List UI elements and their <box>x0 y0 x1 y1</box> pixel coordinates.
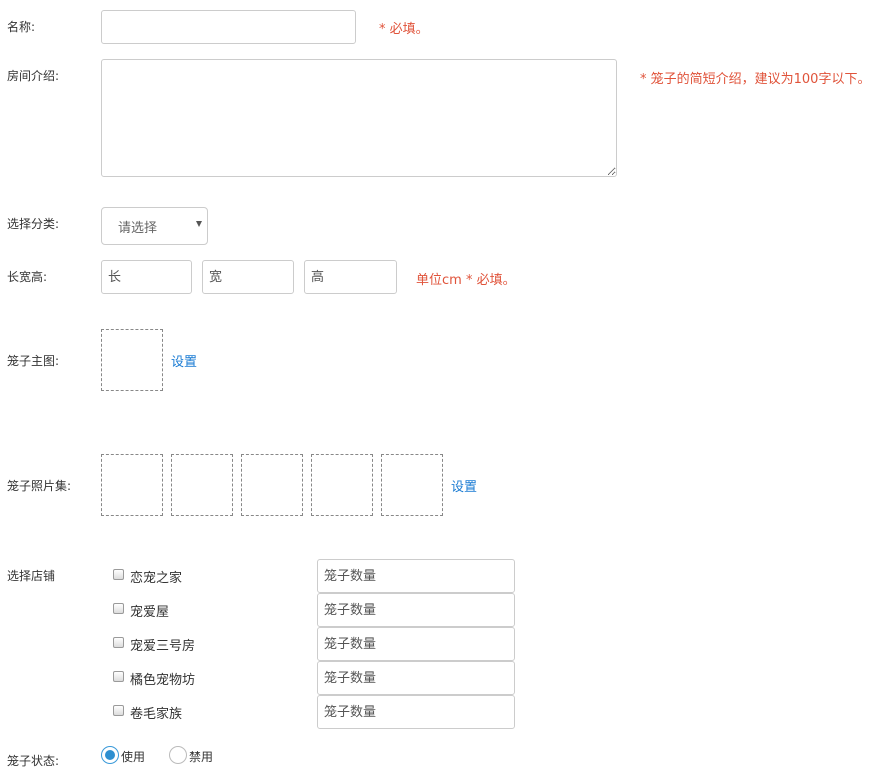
category-select[interactable]: 请选择 <box>101 207 208 245</box>
name-input[interactable] <box>101 10 356 44</box>
shop-checkbox[interactable] <box>113 671 124 682</box>
shop-checkbox[interactable] <box>113 603 124 614</box>
gallery-slot[interactable] <box>311 454 373 516</box>
gallery-slot[interactable] <box>171 454 233 516</box>
chevron-down-icon <box>196 221 202 227</box>
shop-quantity-input[interactable] <box>317 593 515 627</box>
gallery-slot[interactable] <box>101 454 163 516</box>
width-input[interactable] <box>202 260 294 294</box>
shop-quantity-input[interactable] <box>317 559 515 593</box>
category-selected-value: 请选择 <box>118 220 158 236</box>
height-input[interactable] <box>304 260 397 294</box>
shop-checkbox[interactable] <box>113 569 124 580</box>
intro-textarea[interactable] <box>101 59 617 177</box>
shop-name: 卷毛家族 <box>130 707 183 722</box>
size-label: 长宽高: <box>7 270 48 284</box>
main-image-label: 笼子主图: <box>7 354 60 368</box>
shop-name: 恋宠之家 <box>130 571 183 586</box>
gallery-set-link[interactable]: 设置 <box>451 476 477 495</box>
category-label: 选择分类: <box>7 217 60 231</box>
status-radio-enabled[interactable] <box>101 746 119 764</box>
status-option-label: 使用 <box>121 750 146 764</box>
shop-quantity-input[interactable] <box>317 627 515 661</box>
status-radio-disabled[interactable] <box>169 746 187 764</box>
main-image-set-link[interactable]: 设置 <box>171 351 197 370</box>
shop-name: 宠爱屋 <box>130 605 170 620</box>
gallery-slot[interactable] <box>381 454 443 516</box>
gallery-label: 笼子照片集: <box>7 479 72 493</box>
shop-name: 宠爱三号房 <box>130 639 196 654</box>
shop-quantity-input[interactable] <box>317 661 515 695</box>
intro-label: 房间介绍: <box>7 69 60 83</box>
name-required-hint: * 必填。 <box>379 22 429 37</box>
shop-name: 橘色宠物坊 <box>130 673 196 688</box>
main-image-slot[interactable] <box>101 329 163 391</box>
status-label: 笼子状态: <box>7 754 60 768</box>
shop-quantity-input[interactable] <box>317 695 515 729</box>
length-input[interactable] <box>101 260 192 294</box>
size-hint: 单位cm * 必填。 <box>416 273 516 288</box>
status-option-label: 禁用 <box>189 750 214 764</box>
shop-checkbox[interactable] <box>113 705 124 716</box>
gallery-slot[interactable] <box>241 454 303 516</box>
shops-label: 选择店铺 <box>7 569 56 583</box>
shop-checkbox[interactable] <box>113 637 124 648</box>
intro-hint: * 笼子的简短介绍，建议为100字以下。 <box>640 72 869 87</box>
name-label: 名称: <box>7 20 36 34</box>
